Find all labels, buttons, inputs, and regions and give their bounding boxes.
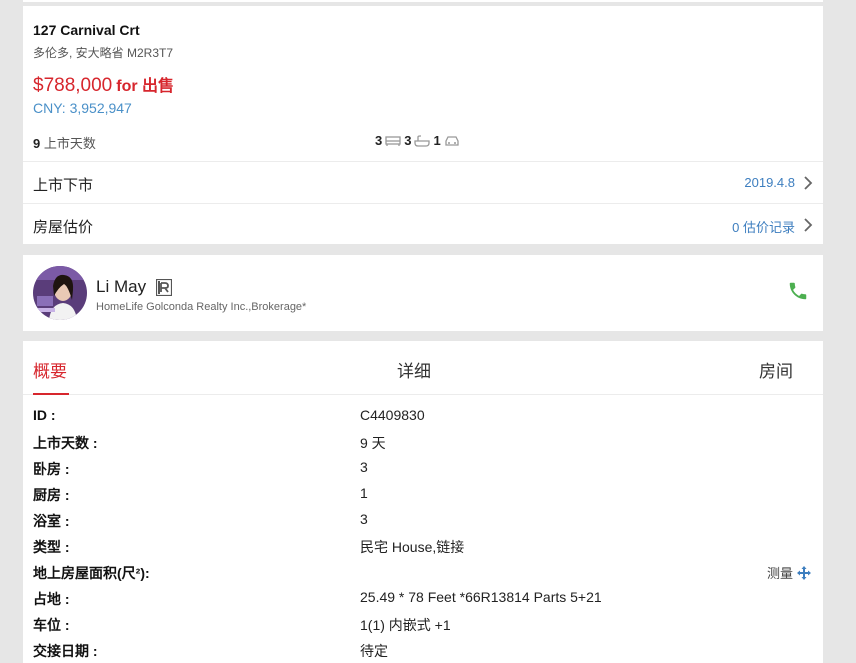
detail-row: ID : C4409830: [23, 403, 823, 429]
detail-row: 厨房 : 1: [23, 481, 823, 507]
detail-row: 类型 : 民宅 House,链接: [23, 533, 823, 559]
home-estimate-row[interactable]: 房屋估价 0 估价记录: [23, 203, 823, 245]
detail-key: 地上房屋面积(尺²):: [33, 565, 150, 581]
days-number: 9: [33, 136, 41, 151]
detail-key: 厨房 :: [33, 487, 70, 503]
listing-address: 127 Carnival Crt: [33, 22, 140, 38]
phone-icon[interactable]: [787, 280, 809, 302]
move-icon: [797, 565, 811, 580]
detail-key: 占地 :: [33, 591, 70, 607]
avatar[interactable]: [33, 266, 87, 320]
detail-row: 地上房屋面积(尺²): 测量: [23, 559, 823, 585]
detail-row: 车位 : 1(1) 内嵌式 +1: [23, 611, 823, 637]
detail-row: 浴室 : 3: [23, 507, 823, 533]
detail-key: 浴室 :: [33, 513, 70, 529]
price-amount: $788,000: [33, 75, 113, 96]
active-tab-indicator: [33, 393, 69, 395]
price-type: for 出售: [116, 78, 175, 95]
bathroom-count: 3: [404, 133, 412, 148]
chevron-right-icon: [804, 176, 813, 190]
detail-key: 车位 :: [33, 617, 70, 633]
measure-label: 测量: [766, 566, 793, 581]
detail-key: 类型 :: [33, 539, 70, 555]
listing-price: $788,000 for 出售: [33, 72, 174, 97]
detail-value: 9 天: [360, 435, 386, 451]
detail-value: 1: [360, 485, 368, 501]
agent-brokerage: HomeLife Golconda Realty Inc.,Brokerage*: [96, 301, 307, 313]
detail-row: 占地 : 25.49 * 78 Feet *66R13814 Parts 5+2…: [23, 585, 823, 611]
realtor-icon: [156, 279, 172, 296]
detail-key: 卧房 :: [33, 461, 70, 477]
car-icon: [445, 135, 459, 146]
listing-city: 多伦多, 安大略省 M2R3T7: [33, 46, 174, 60]
history-label: 上市下市: [33, 177, 94, 194]
estimate-records: 0 估价记录: [732, 220, 795, 235]
detail-row: 交接日期 : 待定: [23, 637, 823, 663]
days-label: 上市天数: [43, 136, 96, 151]
tab-detail[interactable]: 详细: [397, 357, 431, 382]
agent-name[interactable]: Li May: [96, 277, 146, 297]
detail-value: 1(1) 内嵌式 +1: [360, 617, 451, 633]
tab-summary[interactable]: 概要: [33, 357, 67, 382]
days-on-market: 9 上市天数: [33, 133, 96, 152]
detail-value: 待定: [360, 643, 388, 659]
chevron-right-icon: [804, 218, 813, 232]
detail-value: 3: [360, 511, 368, 527]
details-card: 概要 详细 房间 ID : C4409830 上市天数 : 9 天 卧房 : 3…: [23, 341, 823, 663]
detail-tabs: 概要 详细 房间: [23, 341, 823, 395]
detail-key: 交接日期 :: [33, 643, 98, 659]
detail-row: 上市天数 : 9 天: [23, 429, 823, 455]
price-cny: CNY: 3,952,947: [33, 100, 132, 116]
estimate-label: 房屋估价: [33, 219, 94, 236]
bedroom-count: 3: [375, 133, 383, 148]
listing-history-row[interactable]: 上市下市 2019.4.8: [23, 161, 823, 203]
detail-key: ID :: [33, 407, 56, 423]
tab-rooms[interactable]: 房间: [759, 357, 793, 382]
room-summary: 3 3 1: [375, 133, 460, 148]
top-card-edge: [23, 0, 823, 2]
detail-key: 上市天数 :: [33, 435, 98, 451]
detail-row: 卧房 : 3: [23, 455, 823, 481]
agent-card: Li May HomeLife Golconda Realty Inc.,Bro…: [23, 255, 823, 331]
parking-count: 1: [433, 133, 441, 148]
history-date: 2019.4.8: [744, 175, 795, 190]
bed-icon: [385, 135, 401, 146]
detail-value: C4409830: [360, 407, 425, 423]
bath-icon: [414, 134, 431, 147]
detail-value: 3: [360, 459, 368, 475]
detail-value: 25.49 * 78 Feet *66R13814 Parts 5+21: [360, 589, 602, 605]
detail-value: 民宅 House,链接: [360, 539, 465, 555]
listing-card: 127 Carnival Crt 多伦多, 安大略省 M2R3T7 $788,0…: [23, 6, 823, 244]
measure-button[interactable]: 测量: [767, 563, 811, 582]
